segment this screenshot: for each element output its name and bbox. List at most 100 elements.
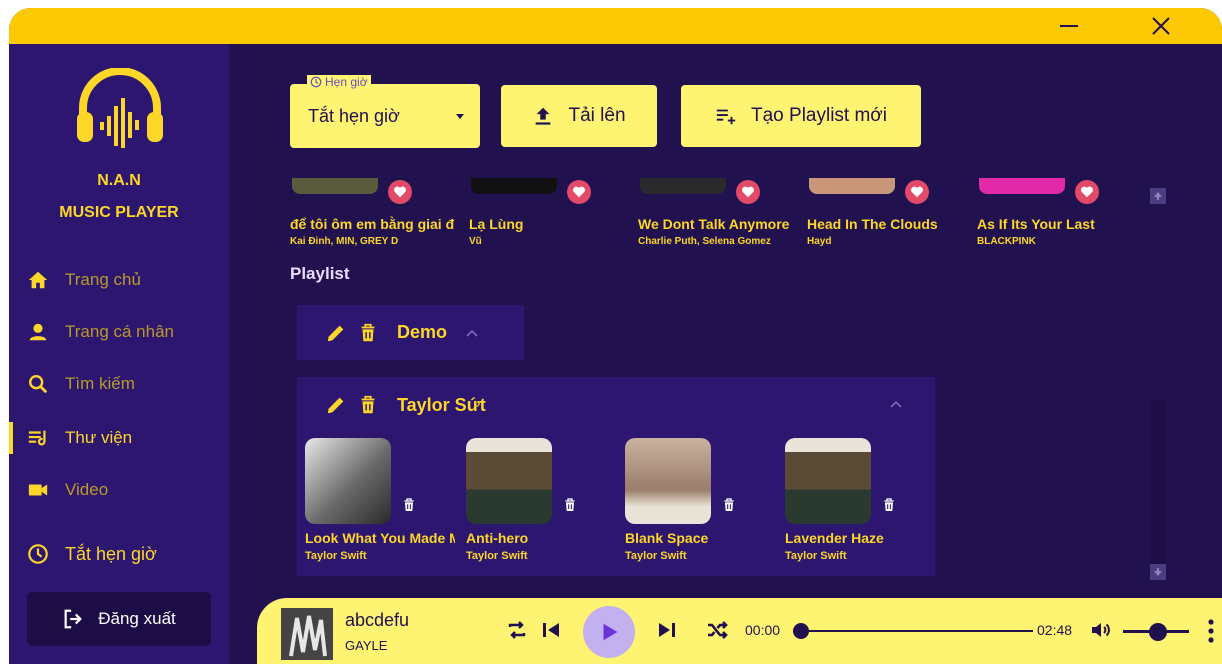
track-artist: Taylor Swift bbox=[305, 550, 367, 562]
playlist-add-icon bbox=[716, 109, 736, 125]
chevron-up-icon[interactable] bbox=[889, 397, 903, 411]
player-bar: abcdefu GAYLE 00:00 02:48 bbox=[257, 598, 1222, 664]
logout-label: Đăng xuất bbox=[98, 609, 176, 628]
favorite-song-card[interactable]: Lạ Lùng Vũ bbox=[469, 178, 629, 254]
search-icon bbox=[29, 375, 48, 394]
favorite-song-card[interactable]: As If Its Your Last BLACKPINK bbox=[977, 178, 1137, 254]
favorite-song-card[interactable]: We Dont Talk Anymore Charlie Puth, Selen… bbox=[638, 178, 798, 254]
sidebar-item-home[interactable]: Trang chủ bbox=[9, 260, 229, 300]
previous-icon[interactable] bbox=[539, 618, 563, 642]
playlist-track[interactable]: Lavender Haze Taylor Swift bbox=[777, 438, 937, 568]
close-button[interactable] bbox=[1137, 8, 1185, 44]
song-artist: Charlie Puth, Selena Gomez bbox=[638, 236, 771, 247]
scroll-up-button[interactable] bbox=[1150, 188, 1166, 204]
shuffle-icon[interactable] bbox=[705, 618, 729, 642]
edit-icon[interactable] bbox=[325, 394, 347, 416]
favorite-heart-button[interactable] bbox=[388, 180, 412, 204]
favorite-heart-button[interactable] bbox=[1075, 180, 1099, 204]
trash-icon[interactable] bbox=[881, 496, 897, 514]
repeat-icon[interactable] bbox=[505, 618, 529, 642]
app-window: N.A.N MUSIC PLAYER Trang chủ Trang cá nh… bbox=[9, 8, 1222, 664]
playlist-demo[interactable]: Demo bbox=[297, 305, 524, 360]
song-title: We Dont Talk Anymore bbox=[638, 216, 790, 232]
duration: 02:48 bbox=[1037, 622, 1073, 638]
playlist-taylor: Taylor Sứt Look What You Made Me Do Tayl… bbox=[297, 377, 935, 576]
sidebar-item-library[interactable]: Thư viện bbox=[9, 418, 229, 458]
timer-select[interactable]: Hẹn giờ Tắt hẹn giờ bbox=[290, 75, 480, 148]
upload-icon bbox=[536, 107, 551, 125]
heart-icon bbox=[911, 186, 923, 198]
minimize-button[interactable] bbox=[1045, 8, 1093, 44]
sidebar: N.A.N MUSIC PLAYER Trang chủ Trang cá nh… bbox=[9, 44, 229, 664]
playlist-name: Taylor Sứt bbox=[397, 394, 486, 415]
song-cover bbox=[979, 178, 1065, 194]
track-title: Look What You Made Me Do bbox=[305, 530, 455, 546]
close-icon bbox=[1152, 17, 1170, 35]
now-playing-title: abcdefu bbox=[345, 610, 410, 630]
trash-icon[interactable] bbox=[721, 496, 737, 514]
scroll-down-button[interactable] bbox=[1150, 564, 1166, 580]
song-title: Lạ Lùng bbox=[469, 216, 524, 232]
brand-subtitle: MUSIC PLAYER bbox=[59, 204, 179, 221]
playlist-name: Demo bbox=[397, 322, 448, 342]
timer-legend-label: Hẹn giờ bbox=[325, 75, 368, 89]
current-time: 00:00 bbox=[745, 622, 781, 638]
logout-button[interactable]: Đăng xuất bbox=[27, 592, 211, 646]
upload-label: Tải lên bbox=[568, 105, 626, 126]
volume-icon[interactable] bbox=[1089, 618, 1113, 642]
song-artist: Hayd bbox=[807, 236, 832, 247]
scrollbar[interactable] bbox=[1150, 400, 1166, 580]
heart-icon bbox=[1081, 186, 1093, 198]
new-playlist-button[interactable]: Tạo Playlist mới bbox=[681, 85, 921, 147]
favorite-heart-button[interactable] bbox=[905, 180, 929, 204]
logout-icon bbox=[64, 609, 83, 629]
sidebar-item-search[interactable]: Tìm kiếm bbox=[9, 364, 229, 404]
seek-thumb[interactable] bbox=[793, 623, 809, 639]
next-icon[interactable] bbox=[655, 618, 679, 642]
playlist-track[interactable]: Look What You Made Me Do Taylor Swift bbox=[297, 438, 457, 568]
headphones-logo-icon bbox=[77, 68, 163, 148]
volume-thumb[interactable] bbox=[1149, 623, 1168, 641]
trash-icon[interactable] bbox=[401, 496, 417, 514]
trash-icon[interactable] bbox=[357, 394, 379, 416]
favorite-heart-button[interactable] bbox=[567, 180, 591, 204]
song-artist: Kai Đinh, MIN, GREY D bbox=[290, 236, 399, 247]
favorite-song-card[interactable]: để tôi ôm em bằng giai điệu này Kai Đinh… bbox=[290, 178, 455, 254]
brand-name: N.A.N bbox=[97, 172, 141, 189]
playlist-track[interactable]: Blank Space Taylor Swift bbox=[617, 438, 777, 568]
chevron-up-icon[interactable] bbox=[465, 326, 479, 340]
upload-button[interactable]: Tải lên bbox=[501, 85, 657, 147]
song-title: As If Its Your Last bbox=[977, 216, 1095, 232]
sidebar-item-label: Trang cá nhân bbox=[65, 322, 174, 341]
song-artist: BLACKPINK bbox=[977, 236, 1036, 247]
favorite-song-card[interactable]: Head In The Clouds Hayd bbox=[807, 178, 967, 254]
track-artist: Taylor Swift bbox=[785, 550, 847, 562]
trash-icon[interactable] bbox=[357, 322, 379, 344]
sidebar-item-video[interactable]: Video bbox=[9, 470, 229, 510]
track-artist: Taylor Swift bbox=[466, 550, 528, 562]
favorite-heart-button[interactable] bbox=[736, 180, 760, 204]
sidebar-item-profile[interactable]: Trang cá nhân bbox=[9, 312, 229, 352]
seek-bar[interactable] bbox=[793, 630, 1033, 632]
playlist-track[interactable]: Anti-hero Taylor Swift bbox=[458, 438, 618, 568]
clock-icon bbox=[310, 76, 322, 88]
trash-icon[interactable] bbox=[562, 496, 578, 514]
sidebar-timer-off[interactable]: Tắt hẹn giờ bbox=[9, 534, 229, 574]
more-vertical-icon[interactable] bbox=[1207, 618, 1215, 644]
clock-icon bbox=[28, 544, 48, 564]
timer-legend: Hẹn giờ bbox=[307, 75, 371, 89]
song-cover bbox=[809, 178, 895, 194]
edit-icon[interactable] bbox=[325, 322, 347, 344]
play-button[interactable] bbox=[583, 606, 635, 658]
sidebar-item-label: Trang chủ bbox=[65, 270, 141, 289]
track-title: Blank Space bbox=[625, 530, 709, 546]
song-cover bbox=[292, 178, 378, 194]
song-cover bbox=[640, 178, 726, 194]
playlist-header[interactable]: Taylor Sứt bbox=[325, 391, 486, 419]
song-title: để tôi ôm em bằng giai điệu này bbox=[290, 216, 455, 232]
timer-value: Tắt hẹn giờ bbox=[308, 106, 400, 126]
title-bar bbox=[9, 8, 1222, 44]
sidebar-item-label: Tắt hẹn giờ bbox=[65, 543, 157, 564]
sidebar-item-label: Thư viện bbox=[65, 428, 133, 447]
sidebar-item-label: Tìm kiếm bbox=[65, 374, 135, 393]
